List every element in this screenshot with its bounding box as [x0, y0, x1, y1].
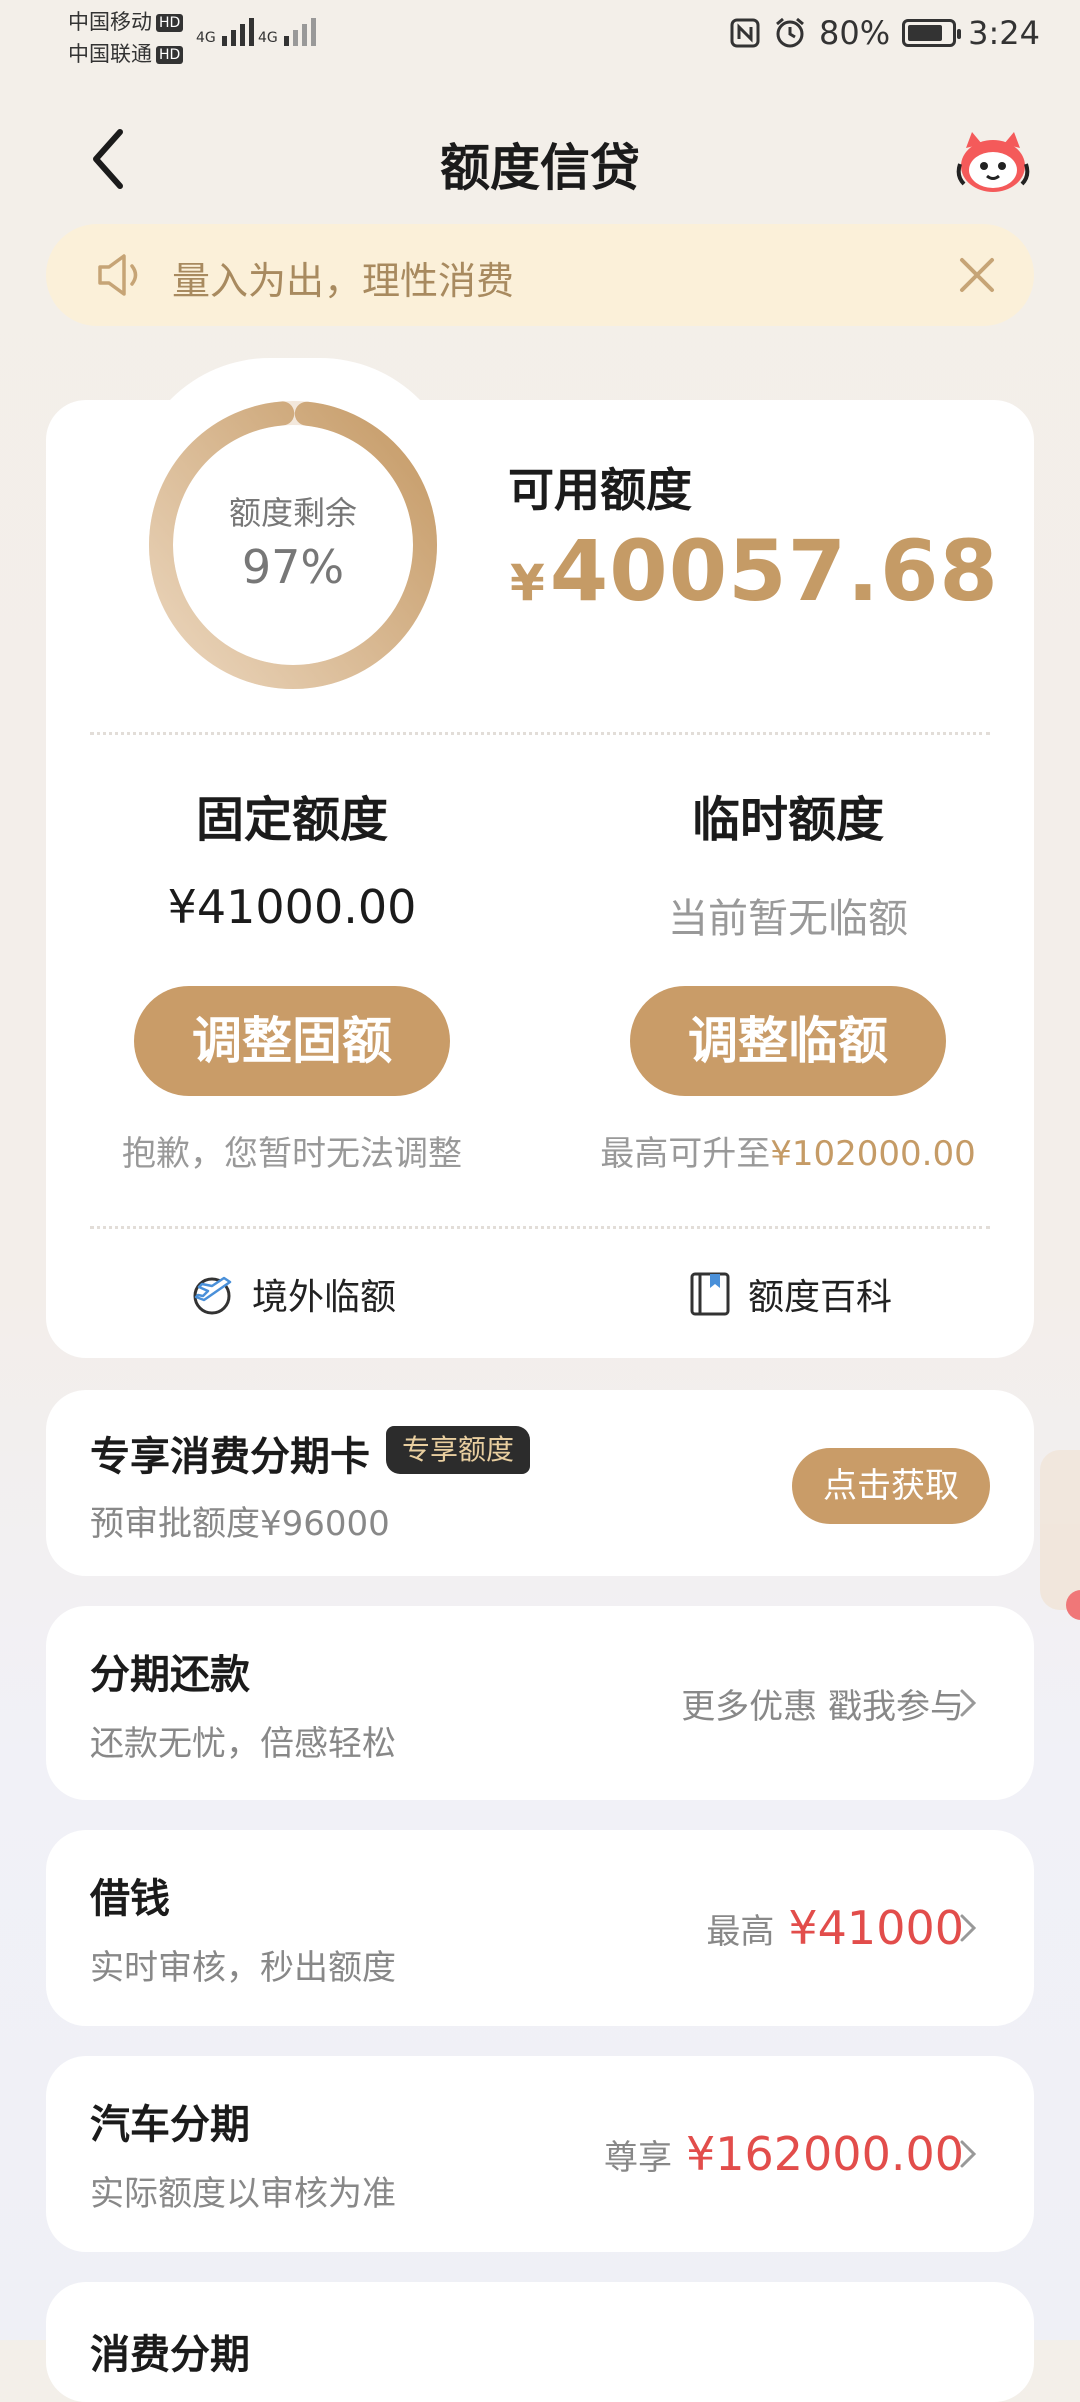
- carrier-2: 中国联通 HD: [68, 38, 184, 68]
- speaker-icon: [98, 254, 138, 296]
- temp-note-prefix: 最高可升至: [600, 1134, 771, 1174]
- borrow-limit-prefix: 最高: [706, 1911, 775, 1952]
- borrow-sub: 实时审核，秒出额度: [90, 1948, 396, 1988]
- status-right: 80% 3:24: [729, 14, 1040, 52]
- signal-icon: 4G: [196, 16, 260, 46]
- battery-percent: 80%: [819, 14, 891, 52]
- consumer-installment-card[interactable]: 消费分期: [46, 2282, 1034, 2402]
- borrow-card[interactable]: 借钱 实时审核，秒出额度 最高 ¥41000: [46, 1830, 1034, 2026]
- fixed-quota-title: 固定额度: [195, 792, 388, 848]
- chevron-right-icon: [960, 1914, 977, 1942]
- network-type-2: 4G: [258, 30, 278, 46]
- temp-quota-note: 最高可升至¥102000.00: [588, 1126, 988, 1175]
- carrier-2-label: 中国联通: [68, 42, 152, 66]
- hd-badge: HD: [156, 46, 184, 64]
- divider: [90, 732, 990, 735]
- car-loan-limit-prefix: 尊享: [603, 2137, 672, 2178]
- page-title: 额度信贷: [440, 139, 640, 197]
- borrow-limit: 最高 ¥41000: [706, 1830, 964, 2026]
- installment-repay-sub: 还款无忧，倍感轻松: [90, 1724, 396, 1764]
- overseas-quota-link[interactable]: 境外临额: [190, 1268, 396, 1320]
- chevron-right-icon: [960, 1689, 977, 1717]
- chevron-right-icon: [960, 2140, 977, 2168]
- signal-icon-2: 4G: [258, 16, 322, 46]
- car-loan-sub: 实际额度以审核为准: [90, 2174, 396, 2214]
- overseas-quota-label: 境外临额: [252, 1277, 397, 1318]
- mascot-avatar-icon[interactable]: [956, 124, 1030, 194]
- exclusive-installment-card[interactable]: 专享消费分期卡 专享额度 预审批额度¥96000 点击获取: [46, 1390, 1034, 1576]
- temp-note-amount: ¥102000.00: [770, 1134, 976, 1174]
- notice-text: 量入为出，理性消费: [172, 259, 515, 303]
- borrow-title: 借钱: [90, 1876, 170, 1922]
- available-quota-title: 可用额度: [508, 463, 692, 517]
- plane-globe-icon: [193, 1276, 232, 1315]
- get-now-button[interactable]: 点击获取: [792, 1448, 990, 1524]
- exclusive-badge: 专享额度: [386, 1426, 531, 1474]
- borrow-limit-amount: ¥41000: [788, 1901, 964, 1955]
- fixed-quota-note: 抱歉，您暂时无法调整: [122, 1134, 462, 1174]
- adjust-temp-button[interactable]: 调整临额: [630, 986, 946, 1096]
- available-quota-amount: ¥40057.68: [510, 522, 999, 620]
- installment-repay-card[interactable]: 分期还款 还款无忧，倍感轻松 更多优惠 戳我参与: [46, 1606, 1034, 1800]
- car-loan-title: 汽车分期: [90, 2102, 250, 2148]
- network-type: 4G: [196, 30, 216, 46]
- consumer-installment-title: 消费分期: [90, 2332, 250, 2378]
- carrier-1: 中国移动 HD: [68, 6, 184, 36]
- floating-promo-widget[interactable]: [1040, 1450, 1080, 1620]
- fixed-quota-value: ¥41000.00: [167, 880, 417, 934]
- close-notice-icon[interactable]: [952, 250, 1002, 300]
- currency-symbol: ¥: [510, 554, 546, 612]
- quota-wiki-link[interactable]: 额度百科: [686, 1268, 892, 1320]
- temp-quota-value: 当前暂无临额: [668, 896, 908, 942]
- battery-icon: [902, 19, 962, 47]
- ring-value: 97%: [241, 540, 345, 594]
- installment-repay-title: 分期还款: [90, 1652, 250, 1698]
- status-bar: 中国移动 HD 中国联通 HD 4G 4G 80% 3:24: [0, 0, 1080, 70]
- nfc-icon: [730, 18, 760, 48]
- alarm-icon: [776, 17, 804, 48]
- installment-repay-promo: 更多优惠 戳我参与: [681, 1686, 964, 1727]
- book-icon: [690, 1272, 730, 1316]
- ring-label: 额度剩余: [228, 494, 357, 532]
- carrier-1-label: 中国移动: [68, 10, 152, 34]
- adjust-fixed-button[interactable]: 调整固额: [134, 986, 450, 1096]
- divider: [90, 1226, 990, 1229]
- car-loan-limit-amount: ¥162000.00: [685, 2127, 964, 2181]
- quota-wiki-label: 额度百科: [748, 1277, 893, 1318]
- car-loan-card[interactable]: 汽车分期 实际额度以审核为准 尊享 ¥162000.00: [46, 2056, 1034, 2252]
- clock: 3:24: [968, 14, 1040, 52]
- temp-quota-title: 临时额度: [691, 792, 884, 848]
- hd-badge: HD: [156, 14, 184, 32]
- notice-bar: 量入为出，理性消费: [46, 224, 1034, 326]
- car-loan-limit: 尊享 ¥162000.00: [604, 2056, 964, 2252]
- exclusive-card-sub: 预审批额度¥96000: [90, 1504, 390, 1544]
- exclusive-card-title: 专享消费分期卡: [90, 1434, 370, 1480]
- available-amount-value: 40057.68: [549, 522, 999, 620]
